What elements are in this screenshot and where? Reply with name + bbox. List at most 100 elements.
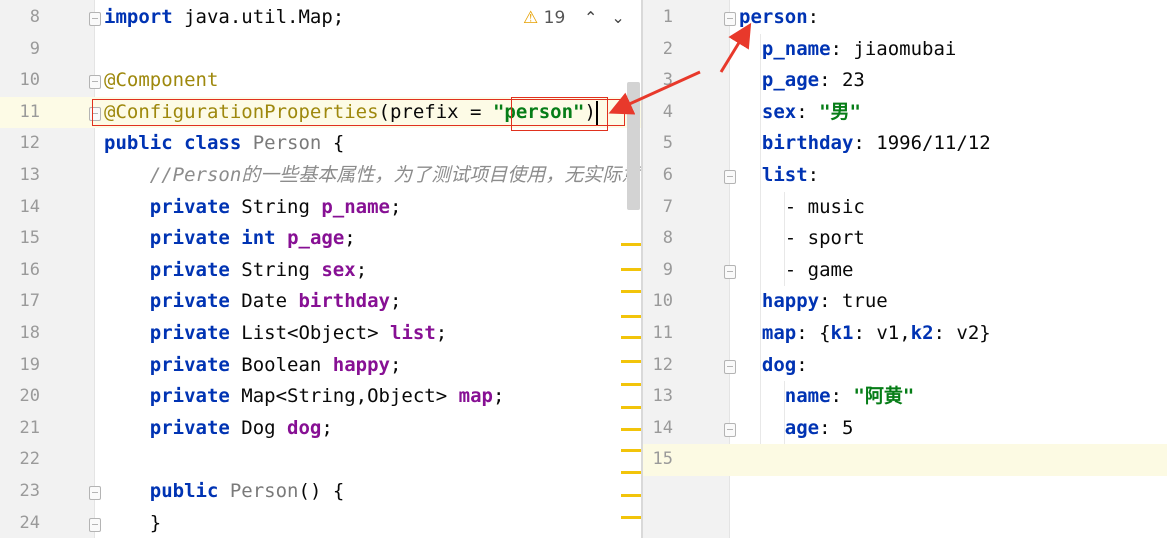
scrollbar-thumb[interactable] — [627, 82, 640, 210]
code-token: Map<String,Object> — [229, 385, 459, 408]
java-line[interactable]: 15 private int p_age; — [0, 223, 641, 255]
line-number: 1 — [662, 7, 673, 27]
yaml-editor[interactable]: 1 person: 2 p_name: jiaomubai 3 p_age: 23 4 … — [643, 0, 1167, 538]
yaml-line[interactable]: 14 age: 5 — [643, 413, 1167, 445]
java-line[interactable]: 17 private Date birthday; — [0, 286, 641, 318]
java-code-text: private int p_age; — [104, 223, 356, 255]
code-token: p_name — [321, 195, 390, 218]
yaml-line[interactable]: 1 person: — [643, 2, 1167, 34]
text-caret — [596, 101, 598, 125]
yaml-line[interactable]: 13 name: "阿黄" — [643, 381, 1167, 413]
code-token: List<Object> — [229, 322, 390, 344]
code-token: k1 — [830, 322, 854, 344]
java-line[interactable]: 14 private String p_name; — [0, 192, 641, 224]
code-token: ; — [390, 353, 402, 376]
line-number: 11 — [652, 323, 673, 343]
code-token: - game — [739, 258, 854, 281]
code-token: sex — [761, 100, 797, 123]
yaml-line[interactable]: 11 map: {k1: v1,k2: v2} — [643, 318, 1167, 350]
warning-stripe-mark[interactable] — [621, 243, 641, 246]
indent-guide — [784, 191, 785, 287]
warning-stripe-mark[interactable] — [621, 290, 641, 293]
yaml-line[interactable]: 15 — [643, 444, 1167, 476]
yaml-line[interactable]: 3 p_age: 23 — [643, 65, 1167, 97]
inspection-widget[interactable]: ⚠ 19 — [523, 5, 565, 31]
code-token: - sport — [739, 227, 865, 250]
warning-stripe-mark[interactable] — [621, 516, 641, 519]
code-token: dog — [287, 416, 322, 439]
code-token: private — [149, 195, 230, 218]
yaml-code-text: p_name: jiaomubai — [739, 34, 956, 66]
yaml-code-text: - music — [739, 192, 865, 224]
code-token: public — [149, 480, 219, 502]
fold-toggle-icon[interactable] — [724, 170, 736, 184]
code-token: ; — [492, 385, 505, 408]
fold-toggle-icon[interactable] — [89, 12, 101, 26]
yaml-line[interactable]: 8 - sport — [643, 223, 1167, 255]
warning-stripe-mark[interactable] — [621, 268, 641, 271]
java-code-text: import java.util.Map; — [104, 2, 344, 34]
yaml-line[interactable]: 12 dog: — [643, 350, 1167, 382]
line-number: 11 — [19, 101, 40, 122]
java-line[interactable]: 18 private List<Object> list; — [0, 318, 641, 350]
fold-toggle-icon[interactable] — [89, 486, 101, 500]
fold-toggle-icon[interactable] — [724, 359, 736, 374]
java-line[interactable]: 20 private Map<String,Object> map; — [0, 381, 641, 413]
fold-toggle-icon[interactable] — [89, 75, 101, 90]
yaml-line[interactable]: 7 - music — [643, 192, 1167, 224]
fold-toggle-icon[interactable] — [724, 264, 736, 279]
java-line[interactable]: 9 — [0, 34, 641, 66]
down-chevron-icon[interactable]: ⌄ — [611, 8, 638, 27]
line-number: 13 — [19, 165, 40, 185]
code-token: ; — [390, 290, 402, 313]
yaml-line[interactable]: 6 list: — [643, 160, 1167, 192]
warning-stripe-mark[interactable] — [621, 494, 641, 497]
java-line[interactable]: 19 private Boolean happy; — [0, 350, 641, 382]
indent-guide — [784, 381, 785, 445]
java-line[interactable]: 16 private String sex; — [0, 255, 641, 287]
java-line[interactable]: 13 //Person的一些基本属性，为了测试项目使用，无实际意 — [0, 160, 641, 192]
warning-stripe-mark[interactable] — [621, 428, 641, 431]
code-token: ; — [321, 416, 333, 439]
warning-stripe-mark[interactable] — [621, 336, 641, 339]
line-number: 22 — [19, 449, 40, 470]
fold-toggle-icon[interactable] — [89, 517, 101, 532]
java-line[interactable]: 21 private Dog dog; — [0, 413, 641, 445]
code-token: map — [458, 385, 493, 408]
up-chevron-icon[interactable]: ⌃ — [584, 8, 611, 27]
yaml-line[interactable]: 2 p_name: jiaomubai — [643, 34, 1167, 66]
code-token: - music — [739, 195, 865, 218]
warning-stripe-mark[interactable] — [621, 360, 641, 363]
java-code-text: private String sex; — [104, 255, 367, 287]
warning-stripe-mark[interactable] — [621, 449, 641, 452]
line-number: 6 — [662, 165, 673, 185]
warning-stripe-mark[interactable] — [621, 315, 641, 318]
yaml-code-text: - game — [739, 255, 854, 287]
line-number: 17 — [19, 291, 40, 312]
yaml-code-text: dog: — [739, 350, 808, 382]
warning-stripe-mark[interactable] — [621, 406, 641, 409]
warning-stripe-mark[interactable] — [621, 471, 641, 474]
fold-toggle-icon[interactable] — [724, 422, 736, 437]
yaml-line[interactable]: 5 birthday: 1996/11/12 — [643, 128, 1167, 160]
code-token: private — [149, 322, 230, 344]
warning-stripe-mark[interactable] — [621, 383, 641, 386]
java-line[interactable]: 22 — [0, 444, 641, 476]
java-code-text: private Map<String,Object> map; — [104, 381, 505, 413]
code-token: : jiaomubai — [830, 37, 957, 60]
yaml-line[interactable]: 9 - game — [643, 255, 1167, 287]
java-line[interactable]: 12 public class Person { — [0, 128, 641, 160]
yaml-line[interactable]: 4 sex: "男" — [643, 97, 1167, 129]
java-editor[interactable]: 8 import java.util.Map; 9 10 @Component 11 @Co… — [0, 0, 641, 538]
yaml-line[interactable]: 10 happy: true — [643, 286, 1167, 318]
fold-toggle-icon[interactable] — [724, 12, 736, 26]
